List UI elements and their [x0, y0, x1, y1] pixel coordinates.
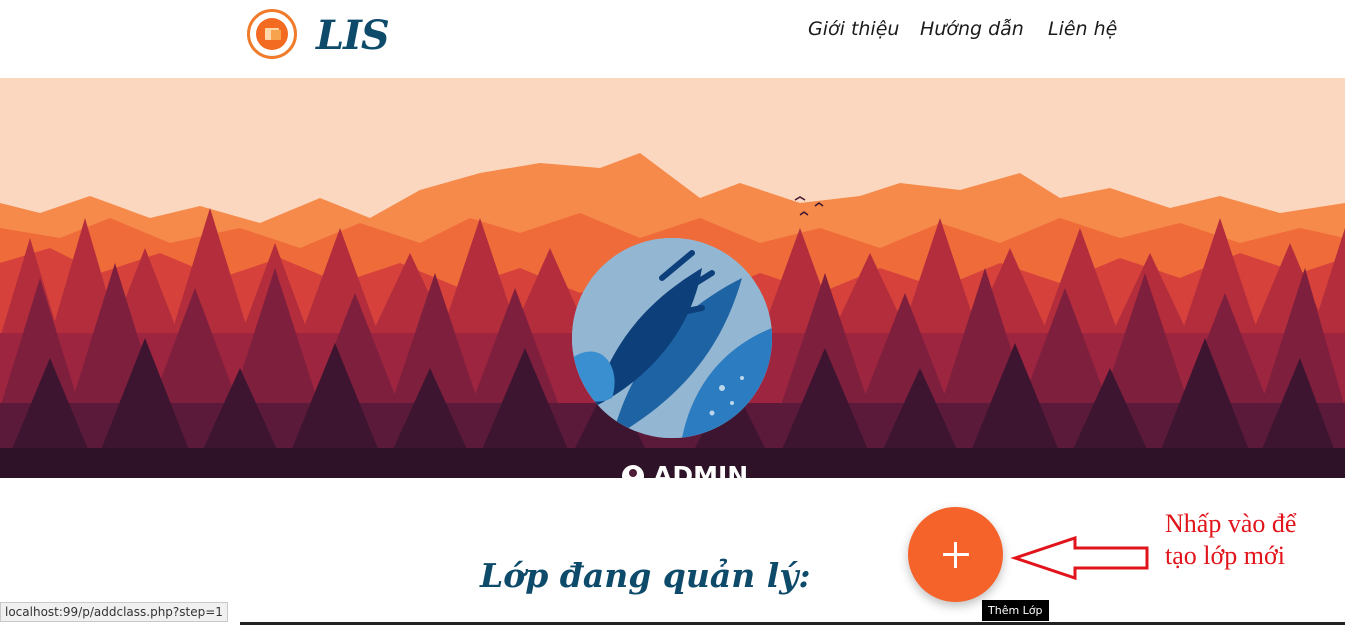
- annotation-line-2: tạo lớp mới: [1165, 541, 1285, 570]
- annotation-arrow-icon: [1010, 535, 1149, 581]
- nav-gioi-thieu[interactable]: Giới thiệu: [808, 18, 899, 40]
- username-label: ADMIN: [653, 461, 749, 478]
- leaf-avatar-image: [572, 238, 772, 438]
- nav-huong-dan[interactable]: Hướng dẫn: [920, 18, 1024, 40]
- logo-icon[interactable]: [247, 9, 297, 59]
- section-title: Lớp đang quản lý:: [480, 556, 811, 595]
- add-class-tooltip: Thêm Lớp: [982, 600, 1049, 621]
- add-class-button[interactable]: [908, 507, 1003, 602]
- header: LIS Giới thiệu Hướng dẫn Liên hệ: [0, 0, 1345, 78]
- user-circle-icon: [622, 464, 644, 478]
- logo-text[interactable]: LIS: [316, 12, 390, 59]
- annotation-line-1: Nhấp vào để: [1165, 509, 1297, 538]
- nav-lien-he[interactable]: Liên hệ: [1048, 18, 1117, 40]
- profile-username: ADMIN: [622, 461, 748, 478]
- status-bar-url: localhost:99/p/addclass.php?step=1: [0, 602, 228, 622]
- profile-banner: ADMIN: [0, 78, 1345, 478]
- avatar[interactable]: [572, 238, 772, 438]
- annotation-text: Nhấp vào để tạo lớp mới: [1165, 508, 1335, 572]
